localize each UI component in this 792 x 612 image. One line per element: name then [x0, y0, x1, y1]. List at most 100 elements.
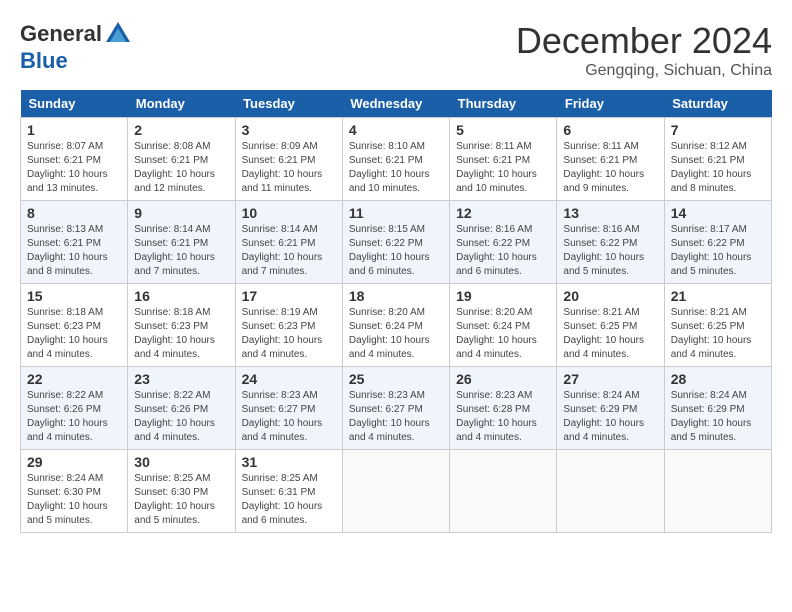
page-header: General Blue December 2024 Gengqing, Sic…	[20, 20, 772, 80]
table-row: 6 Sunrise: 8:11 AMSunset: 6:21 PMDayligh…	[557, 118, 664, 201]
calendar-header-row: Sunday Monday Tuesday Wednesday Thursday…	[21, 90, 772, 118]
location-title: Gengqing, Sichuan, China	[516, 62, 772, 80]
day-number: 2	[134, 122, 228, 138]
day-number: 25	[349, 371, 443, 387]
day-number: 8	[27, 205, 121, 221]
day-info: Sunrise: 8:23 AMSunset: 6:27 PMDaylight:…	[242, 389, 336, 445]
table-row	[557, 450, 664, 533]
table-row: 24 Sunrise: 8:23 AMSunset: 6:27 PMDaylig…	[235, 367, 342, 450]
table-row: 7 Sunrise: 8:12 AMSunset: 6:21 PMDayligh…	[664, 118, 771, 201]
calendar-week-row: 1 Sunrise: 8:07 AMSunset: 6:21 PMDayligh…	[21, 118, 772, 201]
table-row: 19 Sunrise: 8:20 AMSunset: 6:24 PMDaylig…	[450, 284, 557, 367]
table-row: 16 Sunrise: 8:18 AMSunset: 6:23 PMDaylig…	[128, 284, 235, 367]
day-info: Sunrise: 8:20 AMSunset: 6:24 PMDaylight:…	[349, 306, 443, 362]
day-number: 16	[134, 288, 228, 304]
table-row: 3 Sunrise: 8:09 AMSunset: 6:21 PMDayligh…	[235, 118, 342, 201]
day-number: 24	[242, 371, 336, 387]
day-info: Sunrise: 8:24 AMSunset: 6:30 PMDaylight:…	[27, 472, 121, 528]
table-row: 22 Sunrise: 8:22 AMSunset: 6:26 PMDaylig…	[21, 367, 128, 450]
day-number: 10	[242, 205, 336, 221]
day-number: 4	[349, 122, 443, 138]
day-number: 17	[242, 288, 336, 304]
col-friday: Friday	[557, 90, 664, 118]
day-number: 29	[27, 454, 121, 470]
table-row: 4 Sunrise: 8:10 AMSunset: 6:21 PMDayligh…	[342, 118, 449, 201]
day-number: 6	[563, 122, 657, 138]
table-row: 5 Sunrise: 8:11 AMSunset: 6:21 PMDayligh…	[450, 118, 557, 201]
logo: General Blue	[20, 20, 132, 74]
day-number: 9	[134, 205, 228, 221]
day-info: Sunrise: 8:21 AMSunset: 6:25 PMDaylight:…	[563, 306, 657, 362]
calendar-week-row: 8 Sunrise: 8:13 AMSunset: 6:21 PMDayligh…	[21, 201, 772, 284]
table-row	[664, 450, 771, 533]
table-row: 17 Sunrise: 8:19 AMSunset: 6:23 PMDaylig…	[235, 284, 342, 367]
table-row	[450, 450, 557, 533]
day-info: Sunrise: 8:15 AMSunset: 6:22 PMDaylight:…	[349, 223, 443, 279]
table-row: 8 Sunrise: 8:13 AMSunset: 6:21 PMDayligh…	[21, 201, 128, 284]
day-info: Sunrise: 8:13 AMSunset: 6:21 PMDaylight:…	[27, 223, 121, 279]
table-row: 29 Sunrise: 8:24 AMSunset: 6:30 PMDaylig…	[21, 450, 128, 533]
day-number: 11	[349, 205, 443, 221]
day-number: 3	[242, 122, 336, 138]
day-info: Sunrise: 8:22 AMSunset: 6:26 PMDaylight:…	[27, 389, 121, 445]
day-info: Sunrise: 8:18 AMSunset: 6:23 PMDaylight:…	[134, 306, 228, 362]
day-number: 26	[456, 371, 550, 387]
table-row: 23 Sunrise: 8:22 AMSunset: 6:26 PMDaylig…	[128, 367, 235, 450]
col-saturday: Saturday	[664, 90, 771, 118]
day-number: 12	[456, 205, 550, 221]
day-number: 31	[242, 454, 336, 470]
day-info: Sunrise: 8:24 AMSunset: 6:29 PMDaylight:…	[563, 389, 657, 445]
day-info: Sunrise: 8:23 AMSunset: 6:28 PMDaylight:…	[456, 389, 550, 445]
day-info: Sunrise: 8:10 AMSunset: 6:21 PMDaylight:…	[349, 140, 443, 196]
day-number: 27	[563, 371, 657, 387]
day-number: 20	[563, 288, 657, 304]
calendar-week-row: 22 Sunrise: 8:22 AMSunset: 6:26 PMDaylig…	[21, 367, 772, 450]
month-title: December 2024	[516, 20, 772, 62]
day-number: 1	[27, 122, 121, 138]
day-number: 28	[671, 371, 765, 387]
day-info: Sunrise: 8:14 AMSunset: 6:21 PMDaylight:…	[242, 223, 336, 279]
day-number: 13	[563, 205, 657, 221]
table-row: 12 Sunrise: 8:16 AMSunset: 6:22 PMDaylig…	[450, 201, 557, 284]
day-info: Sunrise: 8:14 AMSunset: 6:21 PMDaylight:…	[134, 223, 228, 279]
day-number: 15	[27, 288, 121, 304]
table-row: 27 Sunrise: 8:24 AMSunset: 6:29 PMDaylig…	[557, 367, 664, 450]
day-info: Sunrise: 8:16 AMSunset: 6:22 PMDaylight:…	[563, 223, 657, 279]
table-row: 15 Sunrise: 8:18 AMSunset: 6:23 PMDaylig…	[21, 284, 128, 367]
table-row: 25 Sunrise: 8:23 AMSunset: 6:27 PMDaylig…	[342, 367, 449, 450]
day-number: 23	[134, 371, 228, 387]
table-row	[342, 450, 449, 533]
day-number: 5	[456, 122, 550, 138]
day-info: Sunrise: 8:25 AMSunset: 6:30 PMDaylight:…	[134, 472, 228, 528]
table-row: 26 Sunrise: 8:23 AMSunset: 6:28 PMDaylig…	[450, 367, 557, 450]
col-monday: Monday	[128, 90, 235, 118]
table-row: 1 Sunrise: 8:07 AMSunset: 6:21 PMDayligh…	[21, 118, 128, 201]
day-number: 7	[671, 122, 765, 138]
calendar-table: Sunday Monday Tuesday Wednesday Thursday…	[20, 90, 772, 533]
day-number: 14	[671, 205, 765, 221]
day-info: Sunrise: 8:07 AMSunset: 6:21 PMDaylight:…	[27, 140, 121, 196]
table-row: 18 Sunrise: 8:20 AMSunset: 6:24 PMDaylig…	[342, 284, 449, 367]
day-info: Sunrise: 8:25 AMSunset: 6:31 PMDaylight:…	[242, 472, 336, 528]
day-number: 22	[27, 371, 121, 387]
day-info: Sunrise: 8:12 AMSunset: 6:21 PMDaylight:…	[671, 140, 765, 196]
day-info: Sunrise: 8:23 AMSunset: 6:27 PMDaylight:…	[349, 389, 443, 445]
col-thursday: Thursday	[450, 90, 557, 118]
day-info: Sunrise: 8:11 AMSunset: 6:21 PMDaylight:…	[563, 140, 657, 196]
logo-icon	[104, 20, 132, 48]
day-info: Sunrise: 8:19 AMSunset: 6:23 PMDaylight:…	[242, 306, 336, 362]
table-row: 31 Sunrise: 8:25 AMSunset: 6:31 PMDaylig…	[235, 450, 342, 533]
day-info: Sunrise: 8:24 AMSunset: 6:29 PMDaylight:…	[671, 389, 765, 445]
title-block: December 2024 Gengqing, Sichuan, China	[516, 20, 772, 80]
day-info: Sunrise: 8:18 AMSunset: 6:23 PMDaylight:…	[27, 306, 121, 362]
day-info: Sunrise: 8:20 AMSunset: 6:24 PMDaylight:…	[456, 306, 550, 362]
col-sunday: Sunday	[21, 90, 128, 118]
table-row: 9 Sunrise: 8:14 AMSunset: 6:21 PMDayligh…	[128, 201, 235, 284]
logo-general-text: General	[20, 21, 102, 47]
day-info: Sunrise: 8:16 AMSunset: 6:22 PMDaylight:…	[456, 223, 550, 279]
day-number: 30	[134, 454, 228, 470]
logo-blue-text: Blue	[20, 48, 68, 74]
calendar-week-row: 29 Sunrise: 8:24 AMSunset: 6:30 PMDaylig…	[21, 450, 772, 533]
table-row: 28 Sunrise: 8:24 AMSunset: 6:29 PMDaylig…	[664, 367, 771, 450]
table-row: 30 Sunrise: 8:25 AMSunset: 6:30 PMDaylig…	[128, 450, 235, 533]
